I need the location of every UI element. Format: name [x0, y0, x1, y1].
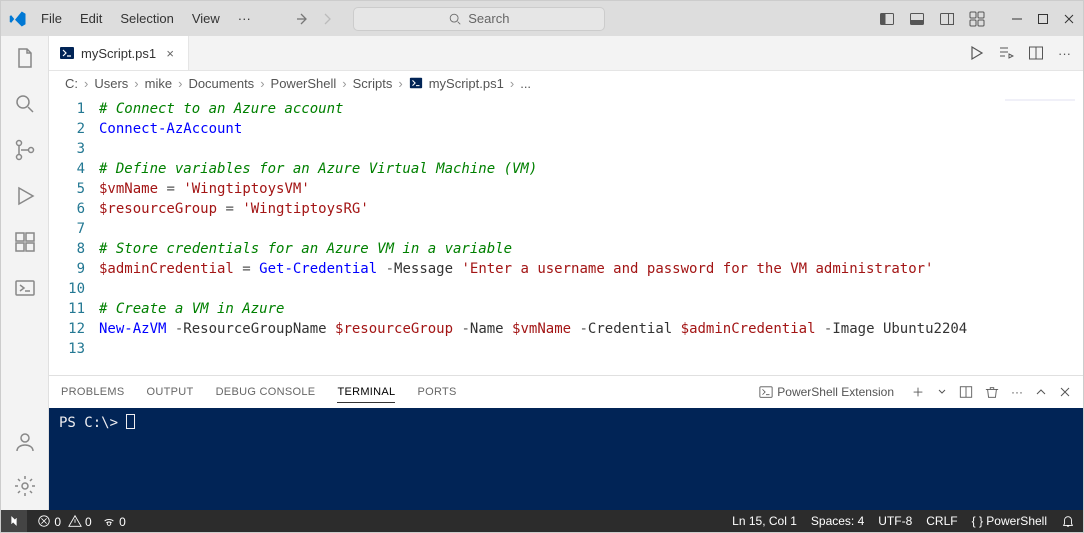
code-editor[interactable]: 12345678910111213 # Connect to an Azure … [49, 95, 1083, 375]
split-terminal-icon[interactable] [959, 385, 973, 399]
menu-bar: File Edit Selection View ··· [33, 7, 259, 30]
breadcrumbs[interactable]: C:› Users› mike› Documents› PowerShell› … [49, 71, 1083, 95]
minimap[interactable] [1005, 99, 1075, 119]
breadcrumb-segment[interactable]: Users [94, 76, 128, 91]
breadcrumb-tail[interactable]: ... [520, 76, 531, 91]
editor-tabs: myScript.ps1 × ··· [49, 36, 1083, 71]
panel-tab-output[interactable]: OUTPUT [147, 382, 194, 402]
panel-tab-terminal[interactable]: TERMINAL [337, 382, 395, 403]
kill-terminal-icon[interactable] [985, 385, 999, 399]
maximize-icon[interactable] [1037, 13, 1049, 25]
nav-back-icon[interactable] [295, 11, 311, 27]
vscode-logo-icon [9, 10, 27, 28]
toggle-panel-icon[interactable] [909, 11, 925, 27]
remote-indicator[interactable] [1, 510, 27, 532]
terminal-prompt: PS C:\> [59, 415, 126, 431]
status-bar: 0 0 0 Ln 15, Col 1 Spaces: 4 UTF-8 CRLF … [1, 510, 1083, 532]
toggle-primary-sidebar-icon[interactable] [879, 11, 895, 27]
powershell-icon[interactable] [13, 276, 37, 300]
close-icon[interactable] [1063, 13, 1075, 25]
notifications-icon[interactable] [1061, 514, 1075, 528]
close-panel-icon[interactable] [1059, 386, 1071, 398]
main-area: myScript.ps1 × ··· C:› Users› mike› Docu… [1, 36, 1083, 510]
tab-filename: myScript.ps1 [81, 46, 156, 61]
menu-selection[interactable]: Selection [112, 7, 181, 30]
panel-tab-debug-console[interactable]: DEBUG CONSOLE [216, 382, 316, 402]
status-indent[interactable]: Spaces: 4 [811, 514, 864, 528]
terminal-dropdown-icon[interactable] [937, 387, 947, 397]
menu-edit[interactable]: Edit [72, 7, 110, 30]
panel-tab-problems[interactable]: PROBLEMS [61, 382, 125, 402]
menu-overflow[interactable]: ··· [230, 7, 259, 30]
breadcrumb-segment[interactable]: PowerShell [271, 76, 337, 91]
extensions-icon[interactable] [13, 230, 37, 254]
explorer-icon[interactable] [13, 46, 37, 70]
search-placeholder: Search [468, 11, 509, 26]
minimize-icon[interactable] [1011, 13, 1023, 25]
maximize-panel-icon[interactable] [1035, 386, 1047, 398]
source-control-icon[interactable] [13, 138, 37, 162]
terminal-cursor [126, 414, 135, 429]
editor-actions: ··· [968, 36, 1083, 70]
bottom-panel: PROBLEMS OUTPUT DEBUG CONSOLE TERMINAL P… [49, 375, 1083, 510]
activity-bar [1, 36, 49, 510]
breadcrumb-segment[interactable]: Documents [188, 76, 254, 91]
accounts-icon[interactable] [13, 430, 37, 454]
search-icon [448, 12, 462, 26]
customize-layout-icon[interactable] [969, 11, 985, 27]
title-bar: File Edit Selection View ··· Search [1, 1, 1083, 36]
powershell-file-icon [409, 76, 423, 90]
breadcrumb-segment[interactable]: Scripts [353, 76, 393, 91]
panel-tab-ports[interactable]: PORTS [417, 382, 456, 402]
breadcrumb-file[interactable]: myScript.ps1 [429, 76, 504, 91]
status-ports[interactable]: 0 [102, 514, 126, 529]
status-eol[interactable]: CRLF [926, 514, 957, 528]
panel-more-icon[interactable]: ··· [1011, 385, 1023, 399]
run-selection-icon[interactable] [998, 45, 1014, 61]
terminal-content[interactable]: PS C:\> [49, 408, 1083, 510]
breadcrumb-segment[interactable]: mike [145, 76, 172, 91]
terminal-shell-label[interactable]: PowerShell Extension [754, 382, 899, 402]
toggle-secondary-sidebar-icon[interactable] [939, 11, 955, 27]
window-controls [1011, 13, 1075, 25]
nav-forward-icon[interactable] [319, 11, 335, 27]
tab-close-icon[interactable]: × [162, 46, 178, 61]
powershell-icon [759, 385, 773, 399]
powershell-file-icon [59, 45, 75, 61]
editor-area: myScript.ps1 × ··· C:› Users› mike› Docu… [49, 36, 1083, 510]
tab-myscript[interactable]: myScript.ps1 × [49, 36, 189, 70]
new-terminal-icon[interactable] [911, 385, 925, 399]
code-content[interactable]: # Connect to an Azure accountConnect-AzA… [99, 95, 1083, 375]
status-problems[interactable]: 0 0 [37, 514, 92, 529]
breadcrumb-segment[interactable]: C: [65, 76, 78, 91]
run-debug-icon[interactable] [13, 184, 37, 208]
more-actions-icon[interactable]: ··· [1058, 46, 1071, 61]
status-cursor[interactable]: Ln 15, Col 1 [732, 514, 797, 528]
settings-gear-icon[interactable] [13, 474, 37, 498]
panel-tabs: PROBLEMS OUTPUT DEBUG CONSOLE TERMINAL P… [49, 376, 1083, 408]
menu-file[interactable]: File [33, 7, 70, 30]
menu-view[interactable]: View [184, 7, 228, 30]
split-editor-icon[interactable] [1028, 45, 1044, 61]
layout-controls [879, 11, 985, 27]
command-center-search[interactable]: Search [353, 7, 605, 31]
run-icon[interactable] [968, 45, 984, 61]
status-language[interactable]: { } PowerShell [972, 514, 1047, 528]
nav-buttons [295, 11, 335, 27]
search-icon[interactable] [13, 92, 37, 116]
status-encoding[interactable]: UTF-8 [878, 514, 912, 528]
line-gutter: 12345678910111213 [49, 95, 99, 375]
